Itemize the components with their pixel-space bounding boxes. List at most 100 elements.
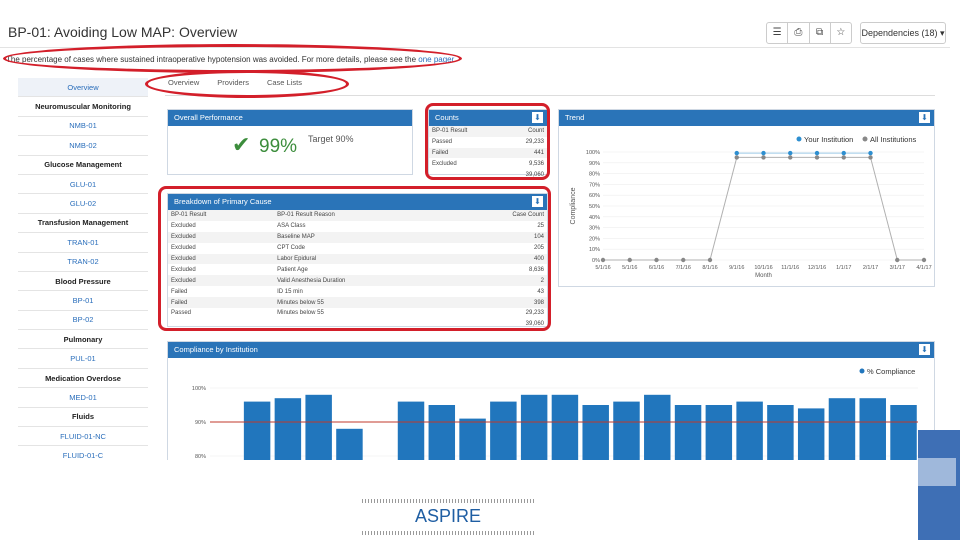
trend-y-tick: 90% — [589, 161, 600, 167]
sidebar-item-glu-02[interactable]: GLU-02 — [18, 194, 148, 214]
trend-point — [707, 257, 713, 263]
trend-point — [814, 150, 820, 156]
compliance-bar-chart: % Compliance100%90%80%70% — [192, 367, 918, 460]
institution-bar — [428, 405, 456, 460]
trend-point — [788, 150, 793, 156]
legend-label-your-institution: Your Institution — [804, 135, 853, 144]
trend-x-tick: 6/1/16 — [649, 265, 664, 271]
sidebar-item-fluid-01-c[interactable]: FLUID-01-C — [18, 446, 148, 460]
trend-point — [734, 150, 739, 156]
sidebar-section-medication-overdose: Medication Overdose — [18, 368, 148, 389]
trend-x-axis-label: Month — [755, 273, 772, 279]
institution-bar — [397, 401, 425, 460]
institution-y-tick: 100% — [192, 386, 206, 392]
logo-text: ASPIRE — [414, 506, 482, 526]
institution-bar — [767, 405, 794, 460]
overall-performance-panel: Overall Performance ✔ 99% Target 90% — [167, 109, 413, 175]
trend-y-tick: 50% — [589, 204, 600, 210]
sidebar-item-fluid-01-nc[interactable]: FLUID-01-NC — [18, 427, 148, 447]
trend-point — [681, 257, 686, 263]
institution-bar — [644, 394, 671, 460]
print-icon[interactable]: ⎙ — [788, 23, 810, 43]
sidebar-item-pul-01[interactable]: PUL-01 — [18, 349, 148, 369]
trend-x-tick: 1/1/17 — [836, 265, 851, 271]
trend-y-tick: 30% — [589, 226, 600, 232]
legend-marker-all-institutions — [862, 136, 868, 142]
trend-x-tick: 5/1/16 — [595, 265, 610, 271]
annotation-oval-tabs — [145, 70, 349, 98]
trend-point — [627, 257, 632, 263]
trend-point — [921, 257, 927, 263]
sidebar-item-nmb-02[interactable]: NMB-02 — [18, 136, 148, 156]
star-icon[interactable]: ☆ — [831, 23, 851, 43]
list-icon[interactable]: ☰ — [767, 23, 789, 43]
trend-series-line — [603, 156, 924, 261]
overall-performance-header: Overall Performance — [168, 110, 412, 126]
institution-bar — [613, 401, 640, 460]
trend-x-tick: 12/1/16 — [808, 265, 826, 271]
annotation-oval-description — [3, 44, 462, 73]
sidebar-item-bp-02[interactable]: BP-02 — [18, 311, 148, 331]
trend-x-tick: 7/1/16 — [676, 265, 691, 271]
target-label: Target 90% — [308, 134, 354, 144]
trend-point — [788, 155, 793, 160]
institution-bar — [305, 394, 332, 460]
trend-point — [868, 155, 873, 160]
institution-bar — [890, 405, 917, 460]
institution-bar — [336, 428, 363, 460]
trend-y-tick: 0% — [592, 258, 600, 264]
trend-x-tick: 9/1/16 — [729, 265, 744, 271]
institution-bar — [274, 398, 302, 460]
top-bar: BP-01: Avoiding Low MAP: Overview ☰ ⎙ ⧉ … — [0, 18, 950, 48]
trend-y-tick: 60% — [589, 193, 600, 199]
sidebar-item-tran-01[interactable]: TRAN-01 — [18, 233, 148, 253]
trend-header: Trend ⬇ — [559, 110, 934, 126]
trend-point — [600, 257, 606, 263]
download-icon[interactable]: ⬇ — [919, 112, 930, 123]
sidebar-section-transfusion-management: Transfusion Management — [18, 213, 148, 234]
sidebar-item-glu-01[interactable]: GLU-01 — [18, 175, 148, 195]
institution-bar — [828, 398, 856, 460]
trend-x-tick: 4/1/17 — [916, 265, 931, 271]
compliance-by-institution-panel: Compliance by Institution ⬇ % Compliance 1… — [167, 341, 935, 460]
institution-bar — [520, 394, 548, 460]
trend-x-tick: 8/1/16 — [702, 265, 717, 271]
legend-label-compliance: % Compliance — [867, 367, 915, 376]
trend-chart: Your Institution All Institutions 100% 90% 8… — [570, 135, 932, 279]
trend-y-tick: 20% — [589, 236, 600, 242]
copy-icon[interactable]: ⧉ — [810, 23, 831, 43]
trend-y-tick: 70% — [589, 182, 600, 188]
aspire-logo: ASPIRE — [362, 497, 534, 537]
institution-bar — [243, 401, 271, 460]
checkmark-icon: ✔ — [232, 132, 251, 157]
trend-panel: Trend ⬇ Your Institution All Institutions 1… — [558, 109, 935, 287]
overall-performance-body: ✔ 99% Target 90% — [168, 126, 412, 176]
trend-y-tick: 40% — [589, 215, 600, 221]
sidebar-item-overview[interactable]: Overview — [18, 78, 148, 98]
legend-marker-your-institution — [796, 136, 802, 142]
download-icon[interactable]: ⬇ — [919, 344, 930, 355]
sidebar-section-blood-pressure: Blood Pressure — [18, 271, 148, 292]
sidebar-item-bp-01[interactable]: BP-01 — [18, 291, 148, 311]
logo-stripe-bottom — [362, 531, 534, 535]
trend-y-tick: 100% — [586, 150, 600, 156]
institution-bar — [736, 401, 763, 460]
trend-x-tick: 5/1/16 — [622, 265, 637, 271]
trend-point — [734, 155, 739, 160]
sidebar-item-tran-02[interactable]: TRAN-02 — [18, 253, 148, 272]
trend-point — [895, 257, 900, 263]
sidebar-section-pulmonary: Pulmonary — [18, 330, 148, 350]
annotation-box-breakdown — [158, 186, 551, 331]
measure-sidebar: Overview Neuromuscular Monitoring NMB-01 NM… — [18, 78, 148, 460]
trend-point — [761, 150, 766, 156]
trend-point — [841, 150, 846, 156]
sidebar-section-neuromuscular-monitoring: Neuromuscular Monitoring — [18, 97, 148, 117]
sidebar-item-med-01[interactable]: MED-01 — [18, 388, 148, 408]
institution-y-tick: 80% — [195, 454, 206, 460]
dependencies-dropdown[interactable]: Dependencies (18) ▾ — [860, 22, 946, 44]
trend-x-tick: 2/1/17 — [863, 265, 878, 271]
sidebar-item-nmb-01[interactable]: NMB-01 — [18, 117, 148, 137]
compliance-header: Compliance by Institution ⬇ — [168, 342, 934, 358]
trend-x-tick: 10/1/16 — [754, 265, 772, 271]
annotation-box-counts — [425, 103, 550, 180]
